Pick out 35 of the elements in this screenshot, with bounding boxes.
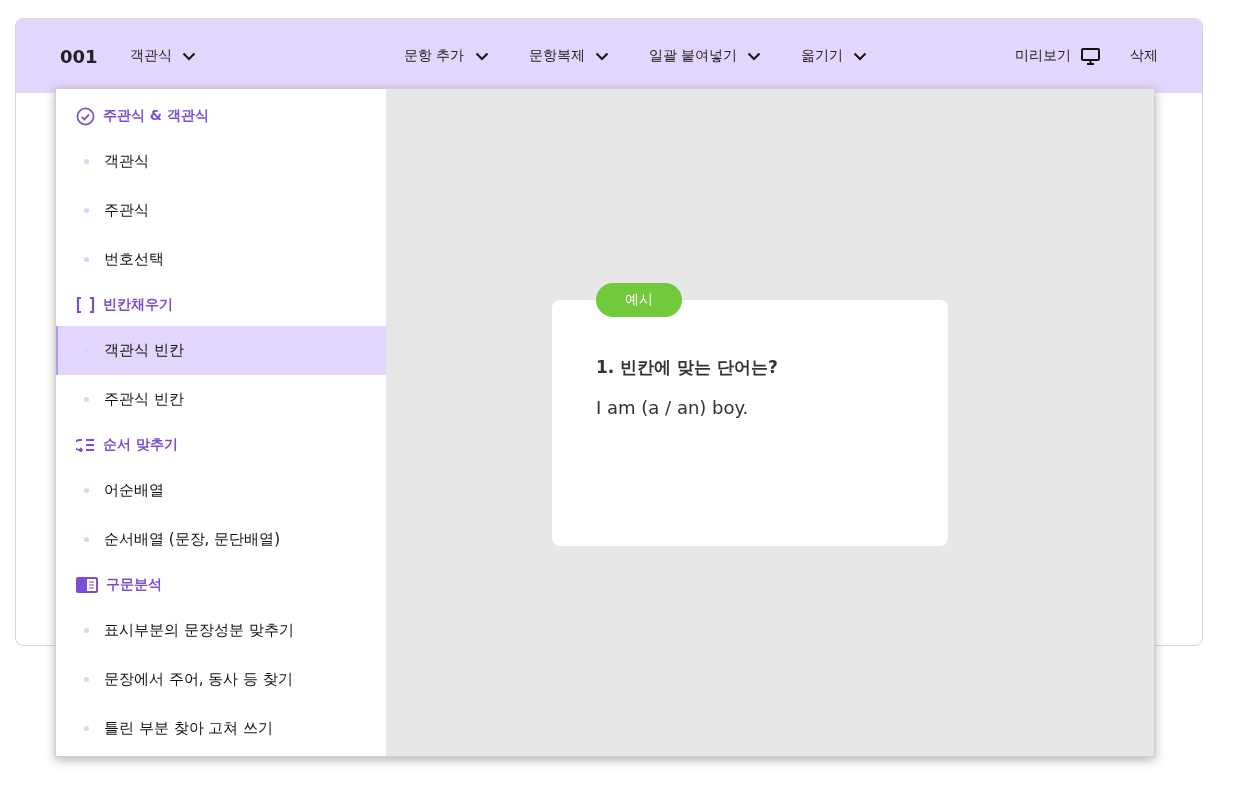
menu-item[interactable]: 주관식 빈칸 <box>56 375 386 424</box>
question-type-dropdown[interactable]: 객관식 <box>130 47 196 65</box>
menu-item[interactable]: 객관식 <box>56 137 386 186</box>
menu-group-title: 구문분석 <box>106 576 162 594</box>
menu-group-title: 순서 맞추기 <box>103 436 178 454</box>
chevron-down-icon <box>594 51 609 61</box>
document-icon <box>76 577 98 593</box>
menu-item[interactable]: 문장에서 주어, 동사 등 찾기 <box>56 655 386 704</box>
menu-item[interactable]: 틀린 부분 찾아 고쳐 쓰기 <box>56 704 386 753</box>
delete-button[interactable]: 삭제 <box>1130 47 1158 65</box>
chevron-down-icon <box>474 51 489 61</box>
menu-dropdown[interactable]: 일괄 붙여넣기 <box>648 47 761 65</box>
menu-item[interactable]: 순서배열 (문장, 문단배열) <box>56 515 386 564</box>
preview-button[interactable]: 미리보기 <box>1015 47 1100 65</box>
chevron-down-icon <box>852 51 867 61</box>
chevron-down-icon <box>746 51 761 61</box>
reorder-list-icon <box>76 438 95 452</box>
check-circle-icon <box>76 106 95 126</box>
menu-group-title: 빈칸채우기 <box>103 296 173 314</box>
menu-item[interactable]: 번호선택 <box>56 235 386 284</box>
menu-dropdown[interactable]: 문항 추가 <box>404 47 489 65</box>
example-badge: 예시 <box>596 282 682 317</box>
menu-dropdown[interactable]: 문항복제 <box>528 47 609 65</box>
menu-item[interactable]: 표시부분의 문장성분 맞추기 <box>56 606 386 655</box>
monitor-icon <box>1081 47 1100 65</box>
menu-item[interactable]: 객관식 빈칸 <box>56 326 386 375</box>
question-number: 001 <box>60 45 99 67</box>
example-sentence: I am (a / an) boy. <box>596 396 750 418</box>
chevron-down-icon <box>182 51 196 61</box>
menu-item[interactable]: 어순배열 <box>56 466 386 515</box>
menu-dropdown[interactable]: 옮기기 <box>800 47 867 65</box>
brackets-icon <box>76 297 95 313</box>
menu-group-title: 주관식 & 객관식 <box>103 107 209 125</box>
menu-item[interactable]: 주관식 <box>56 186 386 235</box>
question-text: 1. 빈칸에 맞는 단어는? <box>596 355 779 379</box>
